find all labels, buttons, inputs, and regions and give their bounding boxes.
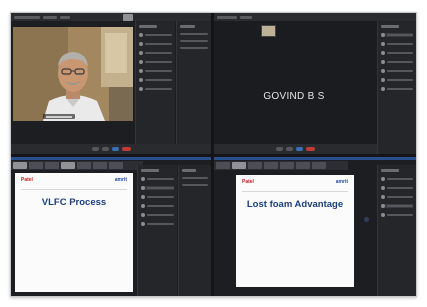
participant-icon [381,87,385,91]
window-tabs[interactable] [121,13,135,22]
camera-icon[interactable] [286,147,293,151]
slide-logo-left: Patel [242,179,254,185]
participant-icon [139,33,143,37]
participant-icon [141,177,145,181]
slide-logo-right: amrit [114,177,127,183]
participant-row[interactable] [139,69,172,73]
call-toolbar [214,144,377,154]
participant-icon [381,186,385,190]
chat-message [180,40,208,42]
participant-row[interactable] [381,204,413,208]
participant-icon [381,177,385,181]
participant-row[interactable] [141,177,174,181]
participant-row[interactable] [381,78,413,82]
participant-icon [381,204,385,208]
participant-icon [141,204,145,208]
participant-row[interactable] [139,42,172,46]
slide-logo-left: Patel [21,177,33,183]
participant-row[interactable] [381,33,413,37]
participant-icon [139,78,143,82]
filmstrip[interactable] [11,161,143,170]
leave-call-icon[interactable] [121,147,131,151]
participant-icon [381,69,385,73]
shared-slide: Patel amrit VLFC Process [15,173,133,292]
window-top-right: GOVIND B S [214,13,416,154]
app-accent-bar [214,157,416,160]
filmstrip[interactable] [214,161,348,170]
participant-row[interactable] [381,195,413,199]
participant-icon [139,87,143,91]
participant-row[interactable] [139,33,172,37]
chat-message [182,184,208,186]
participant-icon [141,213,145,217]
share-screen-icon[interactable] [296,147,303,151]
participant-icon [381,195,385,199]
participants-panel [137,165,177,296]
share-screen-icon[interactable] [111,147,119,151]
participant-icon [381,78,385,82]
slide-nav-button[interactable] [364,217,369,222]
participant-row[interactable] [141,222,174,226]
participants-panel [377,21,416,154]
app-accent-bar [11,157,211,160]
participant-icon [381,51,385,55]
video-tile-presenter[interactable] [13,27,133,121]
participant-icon [141,186,145,190]
participant-row[interactable] [141,195,174,199]
participant-row[interactable] [139,87,172,91]
leave-call-icon[interactable] [306,147,315,151]
window-bottom-right: Patel amrit Lost foam Advantage [214,157,416,296]
participant-row[interactable] [381,69,413,73]
participant-row[interactable] [139,60,172,64]
participant-row[interactable] [139,51,172,55]
slide-divider [242,191,348,192]
participant-row[interactable] [381,87,413,91]
participant-row[interactable] [381,177,413,181]
participant-row[interactable] [381,51,413,55]
slide-title: VLFC Process [41,197,107,208]
participant-icon [381,60,385,64]
participant-icon [139,51,143,55]
chat-panel [176,21,211,154]
participant-icon [381,42,385,46]
participant-icon [381,33,385,37]
participant-icon [141,195,145,199]
presenter-video [13,27,133,121]
participant-row[interactable] [381,186,413,190]
call-toolbar [11,144,211,154]
screen-photo: GOVIND B S Patel amrit VLFC Process Pate… [10,12,417,297]
participants-panel [377,165,416,296]
mic-icon[interactable] [276,147,283,151]
mic-icon[interactable] [91,147,99,151]
participant-row[interactable] [381,213,413,217]
slide-divider [21,189,127,190]
chat-message [180,47,208,49]
participant-icon [139,42,143,46]
title-bar [214,13,416,21]
participant-icon [139,60,143,64]
shared-slide: Patel amrit Lost foam Advantage [236,175,354,287]
participant-row[interactable] [381,60,413,64]
window-bottom-left: Patel amrit VLFC Process [11,157,211,296]
participant-name: GOVIND B S [263,91,325,102]
participant-row[interactable] [141,186,174,190]
participants-panel [135,21,175,154]
slide-logo-right: amrit [335,179,348,185]
chat-message [182,177,208,179]
title-bar [11,13,211,21]
camera-icon[interactable] [101,147,109,151]
participant-row[interactable] [141,213,174,217]
window-top-left [11,13,211,154]
chat-message [180,33,208,35]
self-view-thumbnail[interactable] [261,25,276,37]
participant-row[interactable] [141,204,174,208]
participant-row[interactable] [139,78,172,82]
participant-icon [139,69,143,73]
chat-panel [178,165,211,296]
participant-icon [381,213,385,217]
slide-title: Lost foam Advantage [246,199,344,210]
participant-icon [141,222,145,226]
participant-row[interactable] [381,42,413,46]
presenter-name-chip [43,114,75,119]
